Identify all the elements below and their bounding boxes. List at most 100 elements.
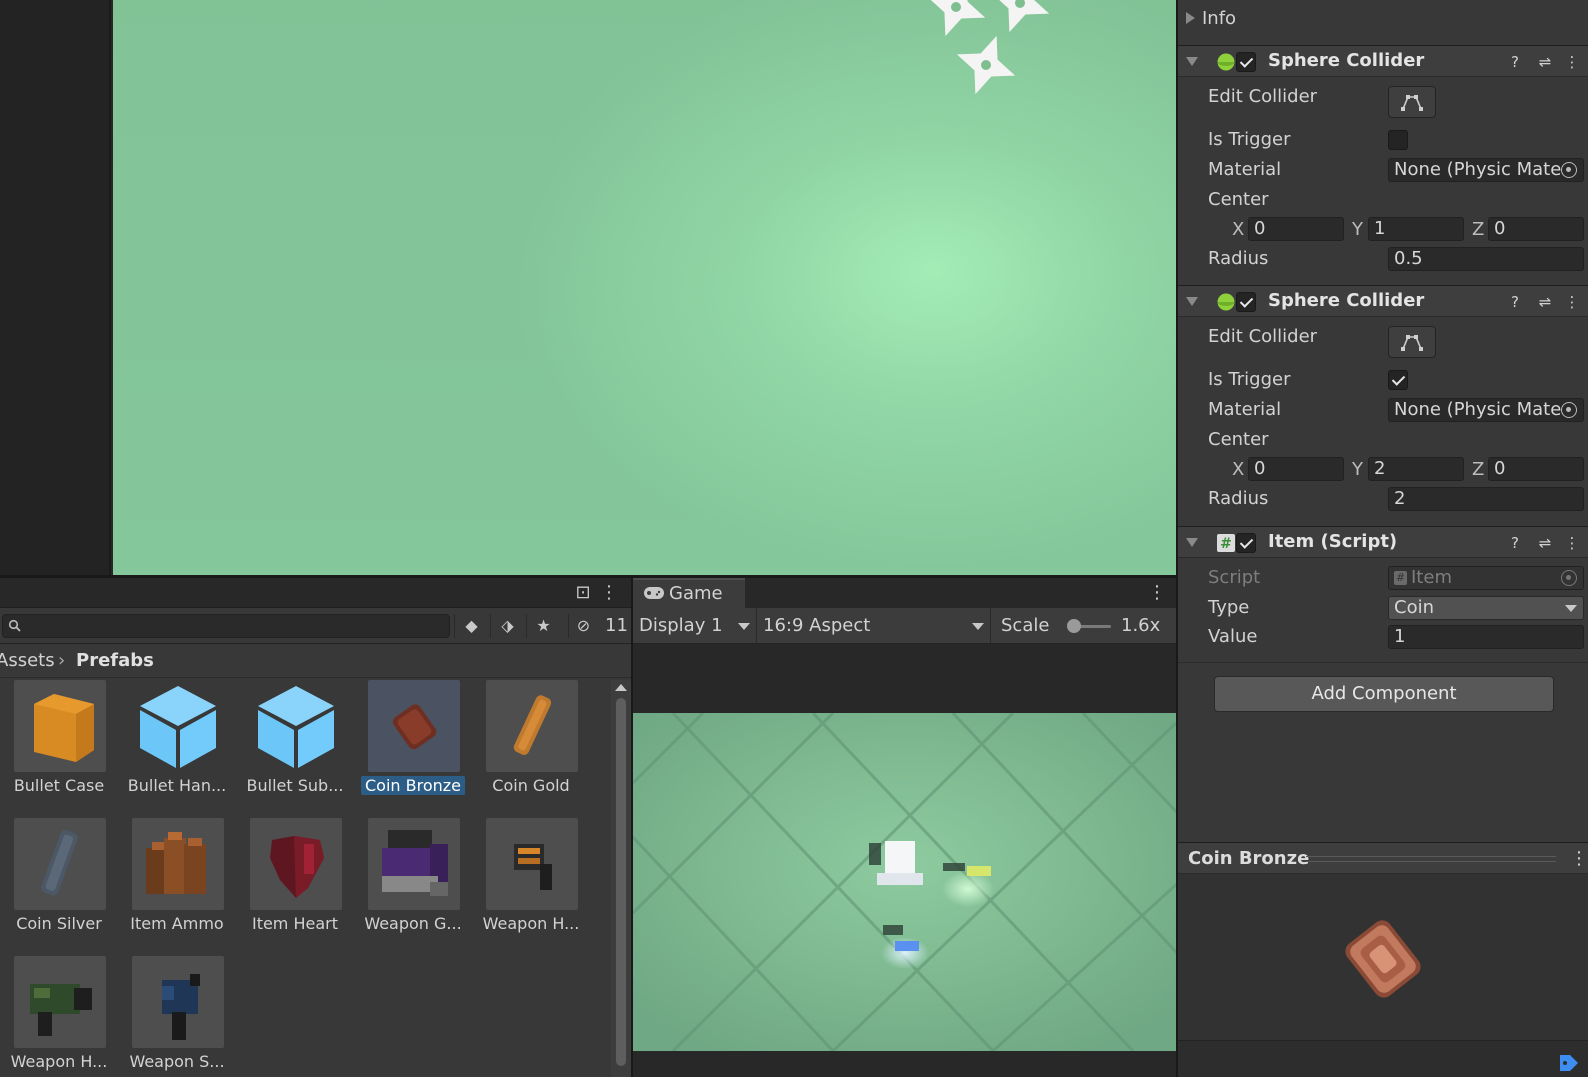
- presets-icon[interactable]: ⇌: [1535, 533, 1555, 553]
- center-y-value: 2: [1374, 458, 1386, 479]
- hidden-packages-eye-icon[interactable]: ⊘: [568, 614, 598, 638]
- display-value: Display 1: [639, 615, 723, 636]
- kebab-menu-icon[interactable]: ⋮: [1562, 533, 1582, 553]
- asset-tile[interactable]: Weapon G...: [354, 818, 472, 948]
- value-field[interactable]: 1: [1388, 625, 1584, 649]
- scrollbar-thumb[interactable]: [616, 698, 626, 1066]
- kebab-menu-icon[interactable]: ⋮: [598, 582, 620, 604]
- asset-preview[interactable]: [1178, 874, 1588, 1040]
- center-x-value: 0: [1254, 218, 1266, 239]
- component-enabled-checkbox[interactable]: [1236, 52, 1256, 72]
- component-enabled-checkbox[interactable]: [1236, 533, 1256, 553]
- search-input[interactable]: [2, 614, 450, 638]
- center-x-field[interactable]: 0: [1248, 457, 1344, 481]
- filter-by-type-icon[interactable]: ◆: [454, 614, 488, 638]
- asset-tile[interactable]: Item Heart: [236, 818, 354, 948]
- radius-field[interactable]: 2: [1388, 487, 1584, 511]
- asset-tile[interactable]: Weapon H...: [472, 818, 590, 948]
- presets-icon[interactable]: ⇌: [1535, 292, 1555, 312]
- svg-text:#: #: [1220, 536, 1232, 552]
- center-y-field[interactable]: 2: [1368, 457, 1464, 481]
- aspect-dropdown[interactable]: 16:9 Aspect: [757, 608, 991, 644]
- scene-view[interactable]: [113, 0, 1176, 575]
- breadcrumb-assets[interactable]: Assets: [0, 644, 55, 678]
- asset-label: Coin Silver: [16, 914, 102, 933]
- gold-coin-icon: [486, 680, 578, 772]
- sphere-collider-icon: [1217, 293, 1235, 311]
- preview-footer: [1178, 1040, 1588, 1077]
- edit-collider-button[interactable]: [1388, 326, 1436, 358]
- material-field[interactable]: None (Physic Mate: [1388, 398, 1584, 422]
- help-icon[interactable]: ?: [1505, 533, 1525, 553]
- item-script-header[interactable]: # Item (Script) ? ⇌ ⋮: [1178, 526, 1588, 558]
- info-foldout[interactable]: Info: [1178, 6, 1588, 32]
- help-icon[interactable]: ?: [1505, 292, 1525, 312]
- tab-game[interactable]: Game: [633, 578, 745, 608]
- material-value: None (Physic Mate: [1394, 399, 1562, 420]
- type-value: Coin: [1394, 597, 1434, 618]
- sphere-collider-icon: [1217, 53, 1235, 71]
- material-field[interactable]: None (Physic Mate: [1388, 158, 1584, 182]
- aspect-value: 16:9 Aspect: [763, 615, 871, 636]
- axis-z-label: Z: [1472, 459, 1485, 480]
- asset-label: Weapon H...: [482, 914, 580, 933]
- component-enabled-checkbox[interactable]: [1236, 292, 1256, 312]
- add-component-button[interactable]: Add Component: [1214, 676, 1554, 712]
- asset-label: Weapon G...: [364, 914, 462, 933]
- help-icon[interactable]: ?: [1505, 52, 1525, 72]
- object-picker-icon: [1561, 570, 1577, 586]
- scale-slider-handle[interactable]: [1067, 619, 1081, 633]
- presets-icon[interactable]: ⇌: [1535, 52, 1555, 72]
- asset-tile-selected[interactable]: Coin Bronze: [354, 680, 472, 810]
- project-scrollbar[interactable]: [611, 680, 631, 1077]
- value-value: 1: [1394, 626, 1406, 647]
- edit-collider-button[interactable]: [1388, 86, 1436, 118]
- breadcrumb: Assets › Prefabs: [0, 644, 631, 678]
- breadcrumb-separator: ›: [58, 650, 66, 671]
- chevron-down-icon[interactable]: [1186, 297, 1198, 306]
- center-y-field[interactable]: 1: [1368, 217, 1464, 241]
- scroll-up-arrow-icon[interactable]: [615, 684, 627, 691]
- asset-tile[interactable]: Bullet Case: [0, 680, 118, 810]
- preview-header[interactable]: Coin Bronze ⋮: [1178, 842, 1588, 874]
- asset-tile[interactable]: Coin Silver: [0, 818, 118, 948]
- kebab-menu-icon[interactable]: ⋮: [1148, 582, 1166, 603]
- axis-z-label: Z: [1472, 219, 1485, 240]
- is-trigger-checkbox[interactable]: [1388, 370, 1408, 390]
- is-trigger-checkbox[interactable]: [1388, 130, 1408, 150]
- light-gizmo-icon[interactable]: [951, 30, 1021, 100]
- kebab-menu-icon[interactable]: ⋮: [1562, 52, 1582, 72]
- project-toolbar: ◆ ⬗ ★ ⊘ 11: [0, 608, 631, 644]
- chevron-down-icon[interactable]: [1186, 538, 1198, 547]
- kebab-menu-icon[interactable]: ⋮: [1562, 292, 1582, 312]
- display-dropdown[interactable]: Display 1: [639, 608, 757, 644]
- object-picker-icon[interactable]: [1561, 162, 1577, 178]
- center-z-field[interactable]: 0: [1488, 457, 1584, 481]
- object-picker-icon[interactable]: [1561, 402, 1577, 418]
- breadcrumb-prefabs[interactable]: Prefabs: [76, 644, 154, 678]
- asset-tile[interactable]: Item Ammo: [118, 818, 236, 948]
- game-view[interactable]: [633, 713, 1176, 1051]
- edit-collider-icon: [1401, 95, 1423, 111]
- sphere-collider-header[interactable]: Sphere Collider ? ⇌ ⋮: [1178, 45, 1588, 77]
- lock-icon[interactable]: ⊡: [572, 582, 594, 604]
- center-z-field[interactable]: 0: [1488, 217, 1584, 241]
- asset-tile[interactable]: Coin Gold: [472, 680, 590, 810]
- radius-field[interactable]: 0.5: [1388, 247, 1584, 271]
- favorites-star-icon[interactable]: ★: [526, 614, 560, 638]
- chevron-right-icon: [1186, 12, 1195, 24]
- asset-tile[interactable]: Bullet Sub...: [236, 680, 354, 810]
- asset-tile[interactable]: Weapon S...: [118, 956, 236, 1077]
- filter-by-label-icon[interactable]: ⬗: [490, 614, 524, 638]
- weapon-orange-icon: [486, 818, 578, 910]
- kebab-menu-icon[interactable]: ⋮: [1570, 848, 1588, 869]
- preview-drag-grip[interactable]: [1306, 856, 1556, 862]
- chevron-down-icon[interactable]: [1186, 57, 1198, 66]
- center-label: Center: [1208, 189, 1269, 210]
- asset-label-tag-icon[interactable]: [1558, 1053, 1580, 1073]
- center-x-field[interactable]: 0: [1248, 217, 1344, 241]
- asset-tile[interactable]: Bullet Han...: [118, 680, 236, 810]
- asset-tile[interactable]: Weapon H...: [0, 956, 118, 1077]
- type-dropdown[interactable]: Coin: [1388, 596, 1584, 620]
- sphere-collider-header[interactable]: Sphere Collider ? ⇌ ⋮: [1178, 285, 1588, 317]
